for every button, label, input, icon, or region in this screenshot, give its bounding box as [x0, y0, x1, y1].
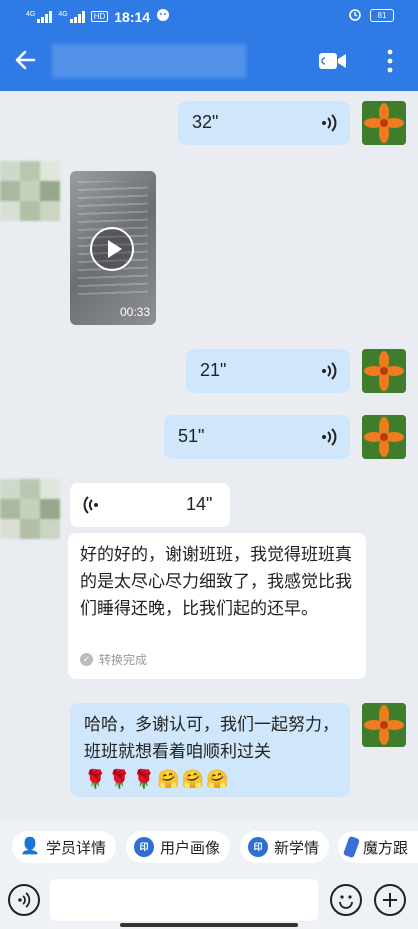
voice-duration: 32": [192, 112, 219, 132]
chat-area[interactable]: 32" 00:33 21" 51" 14" 好的好的，谢谢班班，我觉得班班真的是…: [0, 91, 418, 821]
more-button[interactable]: [378, 48, 402, 74]
chip-new-learning[interactable]: 印 新学情: [240, 831, 330, 863]
portrait-icon: 印: [134, 837, 154, 857]
transcript-text: 好的好的，谢谢班班，我觉得班班真的是太尽心尽力细致了，我感觉比我们睡得还晚，比我…: [80, 545, 352, 618]
avatar-self[interactable]: [362, 703, 406, 747]
status-time: 18:14: [114, 8, 151, 25]
add-button[interactable]: [374, 884, 406, 916]
video-message[interactable]: 00:33: [70, 171, 156, 325]
reply-text: 哈哈，多谢认可，我们一起努力，班班就想看着咱顺利过关: [84, 715, 339, 761]
top-bar: 4G 4G HD 18:14 81: [0, 0, 418, 91]
video-camera-icon: [319, 53, 346, 69]
chip-cube-follow[interactable]: 魔方跟: [338, 831, 418, 863]
flower-avatar-icon: [362, 101, 406, 145]
chat-app-icon: [156, 8, 170, 25]
chip-label: 新学情: [274, 839, 320, 857]
video-length: 00:33: [119, 305, 150, 319]
signal-icon: 4G: [26, 10, 53, 23]
voice-message-self[interactable]: 32": [178, 101, 350, 145]
person-icon: 👤: [20, 838, 40, 855]
voice-transcript-card[interactable]: 好的好的，谢谢班班，我觉得班班真的是太尽心尽力细致了，我感觉比我们睡得还晚，比我…: [68, 533, 366, 679]
flower-avatar-icon: [362, 703, 406, 747]
plus-circle-icon: [383, 893, 397, 907]
flower-avatar-icon: [362, 415, 406, 459]
play-icon[interactable]: [90, 227, 134, 271]
emoji-row: 🌹🌹🌹🤗🤗🤗: [84, 769, 231, 789]
chip-label: 用户画像: [160, 839, 221, 857]
hd-badge: HD: [90, 11, 109, 22]
status-bar: 4G 4G HD 18:14 81: [0, 0, 418, 34]
back-button[interactable]: [12, 46, 40, 74]
voice-message-self[interactable]: 51": [164, 415, 350, 459]
voice-duration: 51": [178, 426, 205, 446]
voice-toggle-icon: [18, 892, 31, 908]
voice-duration: 21": [200, 360, 227, 380]
chip-label: 魔方跟: [362, 839, 408, 857]
more-vertical-icon: [387, 49, 393, 73]
home-indicator: [120, 923, 298, 927]
conversion-status: ✓ 转换完成: [80, 651, 147, 668]
voice-wave-icon: [322, 114, 337, 132]
video-call-button[interactable]: [318, 50, 348, 72]
chip-user-portrait[interactable]: 印 用户画像: [126, 831, 231, 863]
emoji-button[interactable]: [330, 884, 362, 916]
alarm-icon: [348, 7, 362, 24]
chat-title-redacted: [52, 44, 246, 78]
avatar-self[interactable]: [362, 415, 406, 459]
avatar-self[interactable]: [362, 101, 406, 145]
cube-icon: [342, 835, 361, 859]
avatar-self[interactable]: [362, 349, 406, 393]
voice-wave-icon: [322, 428, 337, 446]
conversion-status-label: 转换完成: [99, 653, 148, 667]
voice-wave-icon: [322, 362, 337, 380]
arrow-left-icon: [15, 50, 36, 70]
battery-indicator: 81: [370, 9, 394, 22]
avatar-other[interactable]: [0, 479, 60, 539]
check-icon: ✓: [80, 653, 93, 666]
voice-message-other[interactable]: 14": [70, 483, 230, 527]
chip-label: 学员详情: [46, 839, 107, 857]
smiley-icon: [339, 895, 353, 909]
voice-duration: 14": [186, 494, 213, 514]
text-message-self[interactable]: 哈哈，多谢认可，我们一起努力，班班就想看着咱顺利过关 🌹🌹🌹🤗🤗🤗: [70, 703, 350, 797]
flower-avatar-icon: [362, 349, 406, 393]
input-bar: [0, 873, 418, 929]
voice-wave-icon: [83, 496, 98, 514]
signal-icon-2: 4G: [58, 10, 85, 23]
message-input[interactable]: [50, 879, 318, 921]
learning-icon: 印: [248, 837, 268, 857]
voice-message-self[interactable]: 21": [186, 349, 350, 393]
voice-toggle-button[interactable]: [8, 884, 40, 916]
chip-student-details[interactable]: 👤 学员详情: [12, 831, 117, 863]
avatar-other[interactable]: [0, 161, 60, 221]
quick-action-bar: 👤 学员详情 印 用户画像 印 新学情 魔方跟: [0, 821, 418, 873]
